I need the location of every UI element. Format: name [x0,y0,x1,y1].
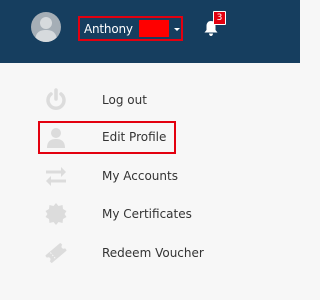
user-menu-button[interactable]: Anthony [78,16,183,41]
ticket-icon [43,240,69,266]
menu-item-my-certificates[interactable]: My Certificates [40,198,280,230]
menu-item-redeem-voucher[interactable]: Redeem Voucher [40,237,280,269]
avatar[interactable] [31,12,61,42]
redacted-surname [139,20,169,37]
menu-item-label: Edit Profile [102,130,167,144]
menu-item-my-accounts[interactable]: My Accounts [40,160,280,192]
person-silhouette-icon [35,17,57,42]
user-icon [43,124,69,150]
certificate-seal-icon [43,201,69,227]
user-name: Anthony [84,22,133,36]
notification-badge: 3 [213,11,226,25]
menu-item-label: Redeem Voucher [102,246,204,260]
menu-item-label: My Accounts [102,169,178,183]
menu-item-label: My Certificates [102,207,192,221]
caret-down-icon [174,28,180,31]
menu-item-edit-profile[interactable]: Edit Profile [40,121,280,153]
power-icon [43,87,69,113]
menu-item-log-out[interactable]: Log out [40,84,280,116]
transfer-arrows-icon [43,163,69,189]
top-bar: Anthony 3 [0,0,300,63]
menu-item-label: Log out [102,93,147,107]
